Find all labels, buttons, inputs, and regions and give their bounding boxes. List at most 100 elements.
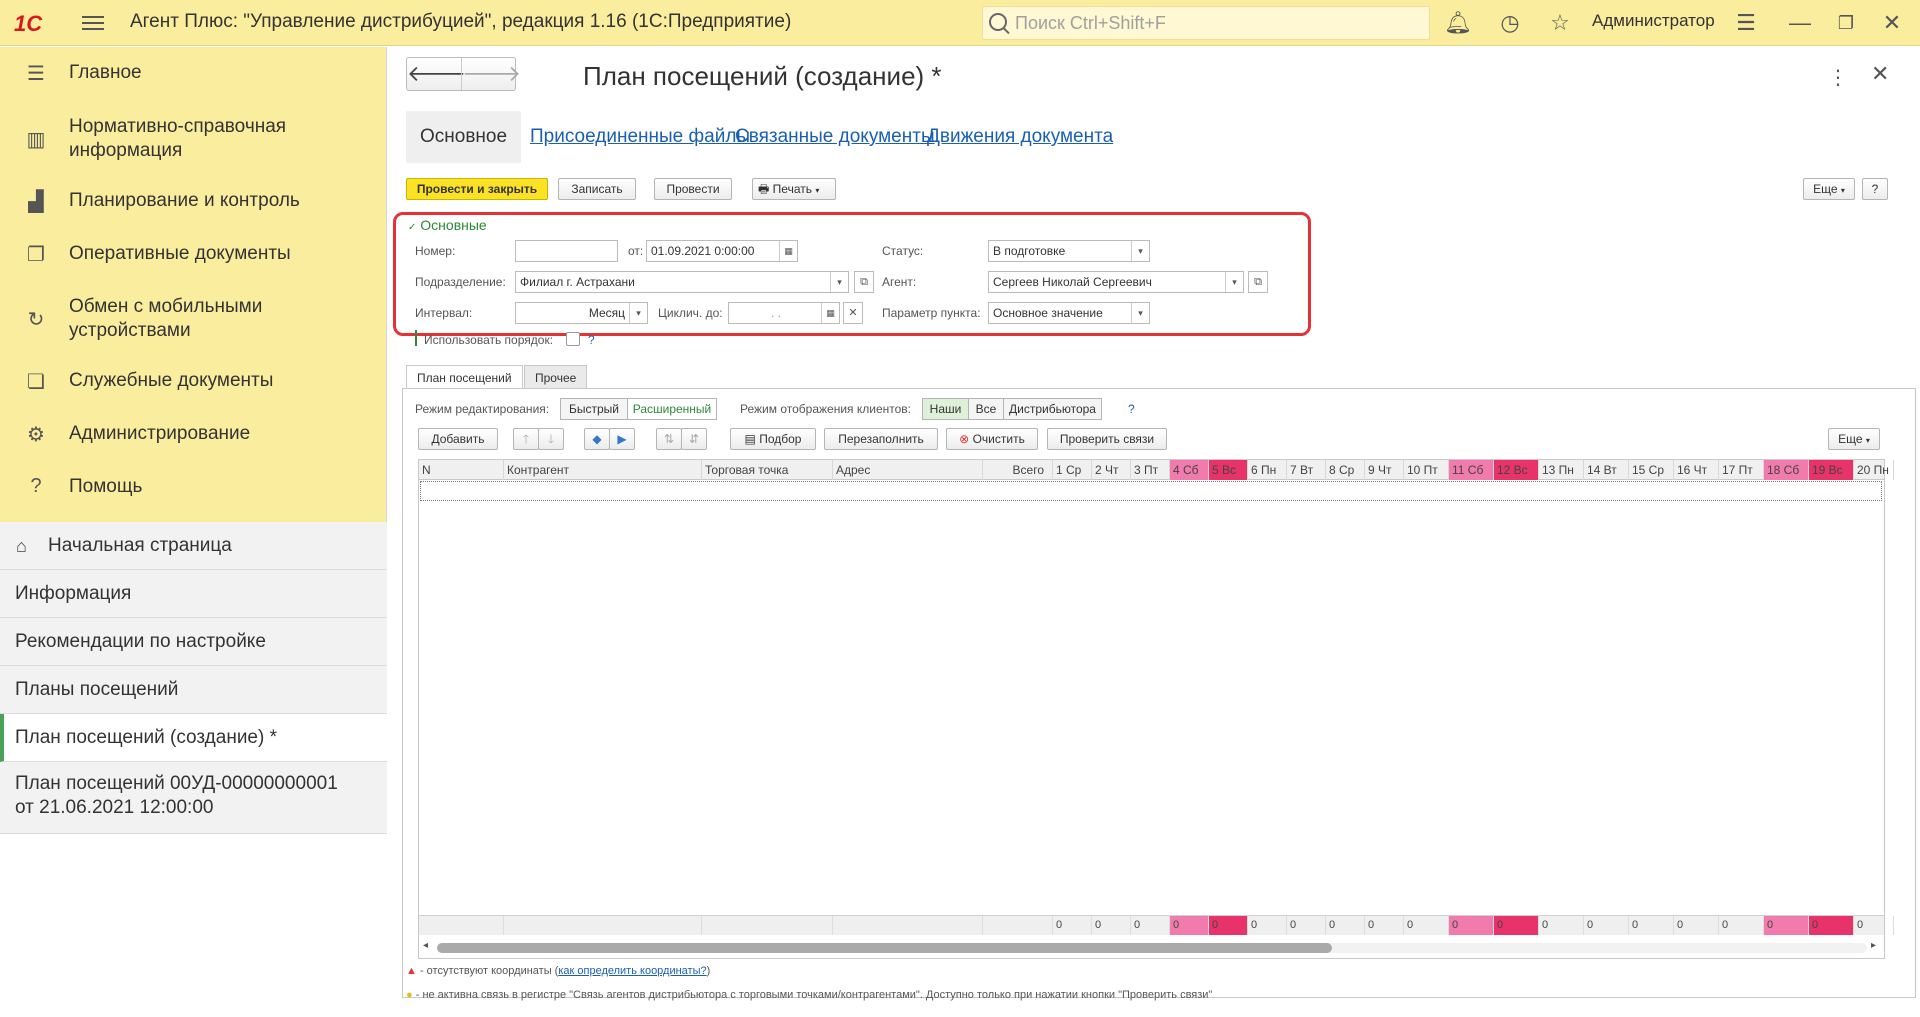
col-day[interactable]: 13 Пн — [1539, 460, 1584, 480]
col-day[interactable]: 1 Ср — [1053, 460, 1092, 480]
edit-mode-quick[interactable]: Быстрый — [560, 398, 628, 420]
move-left-icon[interactable]: ◆ — [584, 428, 610, 450]
tab-related-docs[interactable]: Связанные документы — [735, 111, 935, 163]
more-button[interactable]: Еще ▾ — [1803, 178, 1855, 200]
chevron-down-icon[interactable]: ▾ — [1225, 272, 1243, 292]
edit-mode-extended[interactable]: Расширенный — [627, 398, 717, 420]
col-day[interactable]: 2 Чт — [1092, 460, 1131, 480]
search-input[interactable] — [1015, 11, 1415, 35]
col-day[interactable]: 11 Сб — [1449, 460, 1494, 480]
col-day[interactable]: 10 Пт — [1404, 460, 1449, 480]
window-item-visit-plan-new[interactable]: План посещений (создание) * — [0, 714, 387, 762]
sidebar-item-help[interactable]: ? Помощь — [0, 475, 387, 505]
col-day[interactable]: 14 Вт — [1584, 460, 1629, 480]
minimize-icon[interactable]: — — [1786, 9, 1814, 37]
tab-attached-files[interactable]: Присоединенные файлы — [530, 111, 750, 163]
user-name[interactable]: Администратор — [1592, 11, 1715, 31]
display-mode-help[interactable]: ? — [1128, 402, 1135, 416]
save-button[interactable]: Записать — [558, 178, 636, 200]
cyclic-date-field[interactable]: . . ▦ — [728, 302, 840, 324]
chevron-down-icon[interactable]: ▾ — [629, 303, 647, 323]
horizontal-scrollbar[interactable]: ◂ ▸ — [419, 937, 1884, 957]
chevron-down-icon[interactable]: ▾ — [1131, 303, 1149, 323]
col-day[interactable]: 9 Чт — [1365, 460, 1404, 480]
clear-date-icon[interactable]: ✕ — [843, 302, 863, 324]
post-button[interactable]: Провести — [654, 178, 732, 200]
number-field[interactable] — [515, 240, 618, 262]
tab-visit-plan[interactable]: План посещений — [406, 365, 523, 389]
how-to-get-coords-link[interactable]: как определить координаты? — [558, 965, 706, 977]
window-item-visit-plans[interactable]: Планы посещений — [0, 666, 387, 714]
calendar-icon[interactable]: ▦ — [779, 241, 797, 261]
refill-button[interactable]: Перезаполнить — [824, 428, 938, 450]
col-day[interactable]: 8 Ср — [1326, 460, 1365, 480]
visit-plan-table[interactable]: N Контрагент Торговая точка Адрес Всего … — [418, 459, 1894, 959]
sidebar-item-reference[interactable]: ▥ Нормативно-справочная информация — [0, 115, 387, 163]
window-item-home[interactable]: ⌂ Начальная страница — [0, 522, 387, 570]
interval-select[interactable]: Месяц ▾ — [515, 302, 648, 324]
pick-button[interactable]: ▤ Подбор — [730, 428, 816, 450]
sidebar-item-administration[interactable]: ⚙ Администрирование — [0, 422, 387, 452]
col-day[interactable]: 4 Сб — [1170, 460, 1209, 480]
app-logo[interactable]: 1С — [14, 11, 42, 37]
table-more-button[interactable]: Еще ▾ — [1828, 428, 1880, 450]
settings-lines-icon[interactable]: ☰ — [1732, 9, 1760, 37]
tab-main[interactable]: Основное — [406, 111, 522, 163]
col-day[interactable]: 12 Вс — [1494, 460, 1539, 480]
table-row[interactable] — [420, 481, 1882, 501]
col-day[interactable]: 18 Сб — [1764, 460, 1809, 480]
calendar-icon[interactable]: ▦ — [821, 303, 839, 323]
display-mode-all[interactable]: Все — [968, 398, 1004, 420]
back-arrow-icon[interactable]: 🡐 — [407, 58, 466, 90]
history-icon[interactable]: ◷ — [1496, 9, 1524, 37]
use-order-help[interactable]: ? — [588, 333, 595, 347]
tab-other[interactable]: Прочее — [524, 365, 588, 389]
move-down-icon[interactable]: 🡓 — [538, 428, 564, 450]
col-outlet[interactable]: Торговая точка — [702, 460, 833, 480]
col-day[interactable]: 3 Пт — [1131, 460, 1170, 480]
scroll-thumb[interactable] — [437, 943, 1332, 953]
use-order-checkbox[interactable] — [566, 332, 580, 346]
close-window-icon[interactable]: ✕ — [1878, 9, 1906, 37]
sidebar-item-service-docs[interactable]: ❏ Служебные документы — [0, 369, 387, 399]
clear-button[interactable]: ⊗ Очистить — [946, 428, 1038, 450]
display-mode-ours[interactable]: Наши — [922, 398, 969, 420]
add-button[interactable]: Добавить — [418, 428, 498, 450]
col-total[interactable]: Всего — [983, 460, 1053, 480]
help-button[interactable]: ? — [1862, 178, 1888, 200]
star-icon[interactable]: ☆ — [1546, 9, 1574, 37]
print-button[interactable]: 🖶︎ Печать ▾ — [752, 178, 836, 200]
date-field[interactable]: 01.09.2021 0:00:00 ▦ — [646, 240, 798, 262]
tab-doc-movements[interactable]: Движения документа — [927, 111, 1113, 163]
check-links-button[interactable]: Проверить связи — [1047, 428, 1167, 450]
bell-icon[interactable]: 🔔︎ — [1444, 9, 1472, 37]
param-select[interactable]: Основное значение ▾ — [988, 302, 1150, 324]
col-day[interactable]: 16 Чт — [1674, 460, 1719, 480]
chevron-down-icon[interactable]: ▾ — [830, 272, 848, 292]
search-box[interactable] — [982, 6, 1430, 40]
close-icon[interactable]: ✕ — [1871, 61, 1889, 87]
open-agent-icon[interactable]: ⧉ — [1248, 271, 1268, 293]
group-main-toggle[interactable]: ✓ Основные — [408, 217, 487, 233]
window-item-recommendations[interactable]: Рекомендации по настройке — [0, 618, 387, 666]
chevron-down-icon[interactable]: ▾ — [1131, 241, 1149, 261]
status-select[interactable]: В подготовке ▾ — [988, 240, 1150, 262]
scroll-left-icon[interactable]: ◂ — [423, 940, 428, 951]
col-day[interactable]: 7 Вт — [1287, 460, 1326, 480]
forward-arrow-icon[interactable]: 🡒 — [461, 58, 521, 90]
sidebar-item-operational-docs[interactable]: ❐ Оперативные документы — [0, 242, 387, 272]
open-division-icon[interactable]: ⧉ — [854, 271, 874, 293]
col-counterparty[interactable]: Контрагент — [504, 460, 702, 480]
col-day[interactable]: 17 Пт — [1719, 460, 1764, 480]
sort-asc-icon[interactable]: ⇅ — [656, 428, 682, 450]
post-and-close-button[interactable]: Провести и закрыть — [406, 178, 548, 200]
scroll-right-icon[interactable]: ▸ — [1871, 940, 1876, 951]
col-day[interactable]: 6 Пн — [1248, 460, 1287, 480]
sort-desc-icon[interactable]: ⇵ — [681, 428, 707, 450]
col-day[interactable]: 20 Пн — [1854, 460, 1894, 480]
main-menu-icon[interactable] — [82, 12, 104, 32]
sidebar-item-planning[interactable]: ▟ Планирование и контроль — [0, 189, 387, 219]
sidebar-item-mobile-exchange[interactable]: ↻ Обмен с мобильными устройствами — [0, 295, 387, 343]
col-day[interactable]: 15 Ср — [1629, 460, 1674, 480]
move-right-icon[interactable]: ▶ — [609, 428, 635, 450]
